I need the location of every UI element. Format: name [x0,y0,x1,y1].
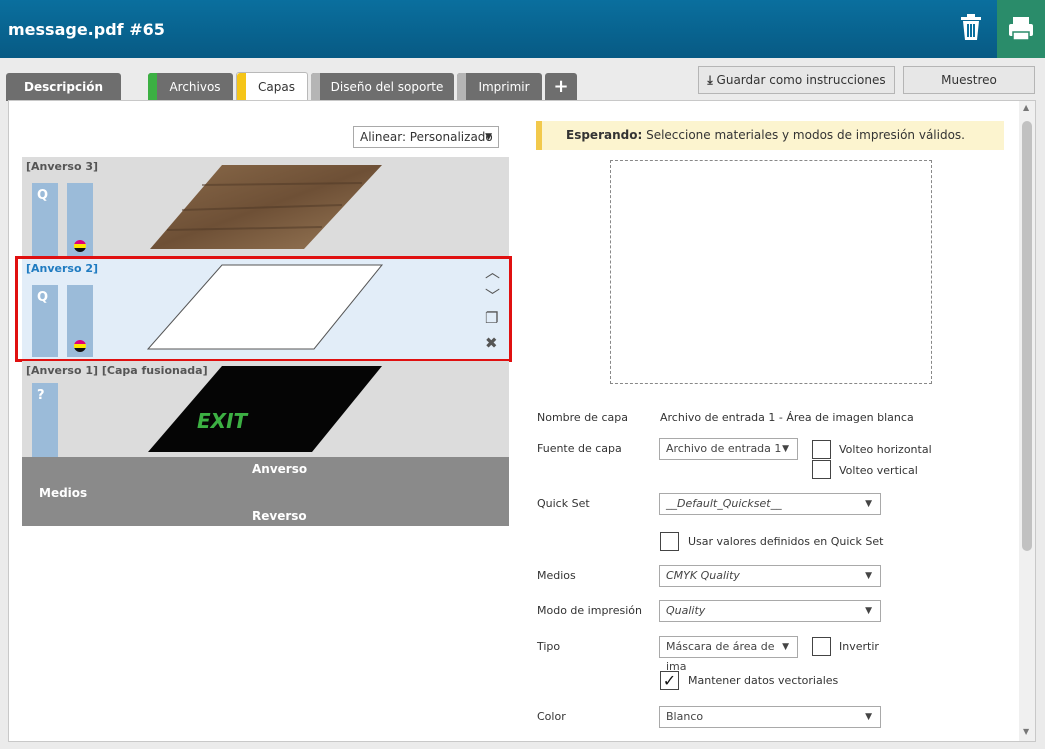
tab-stripe [457,73,466,101]
color-label: Color [537,710,566,723]
tab-archivos[interactable]: Archivos [148,73,233,101]
move-up-icon[interactable]: ︿ [485,261,500,282]
flip-vertical-checkbox[interactable] [812,460,831,479]
type-label: Tipo [537,640,561,653]
trash-icon[interactable] [958,12,984,42]
print-mode-select[interactable]: Quality ▼ [659,600,881,622]
tab-stripe [311,73,320,101]
status-strong: Esperando: [566,128,643,142]
medios-bar: Anverso Medios Reverso [22,457,509,526]
tab-descripcion[interactable]: Descripción [6,73,121,101]
keep-vector-checkbox[interactable]: ✓ [660,671,679,690]
flip-vertical-label: Volteo vertical [839,464,918,477]
quickset-label: Quick Set [537,497,590,510]
use-quickset-label: Usar valores definidos en Quick Set [688,535,884,548]
flip-horizontal-label: Volteo horizontal [839,443,932,456]
sample-button[interactable]: Muestreo [903,66,1035,94]
exit-layer-thumbnail: EXIT [148,366,382,452]
quickset-select[interactable]: __Default_Quickset__ ▼ [659,493,881,515]
layer-source-select[interactable]: Archivo de entrada 1 ▼ [659,438,798,460]
layer-source-label: Fuente de capa [537,442,622,455]
layer-name-label: Nombre de capa [537,411,628,424]
status-message: Seleccione materiales y modos de impresi… [646,128,965,142]
quality-bar[interactable]: ? [32,383,58,457]
media-label: Medios [537,569,576,582]
back-label: Reverso [252,509,307,523]
flip-horizontal-checkbox[interactable] [812,440,831,459]
scroll-up-icon[interactable]: ▲ [1023,103,1029,112]
status-banner: Esperando: Seleccione materiales y modos… [536,121,1004,150]
title-bar: message.pdf #65 [0,0,1045,58]
save-as-instructions-button[interactable]: ⤓ Guardar como instrucciones [698,66,895,94]
color-select[interactable]: Blanco ▼ [659,706,881,728]
window-title: message.pdf #65 [8,20,165,39]
align-select[interactable]: Alinear: Personalizado ▼ [353,126,499,148]
layer-name-value: Archivo de entrada 1 - Área de imagen bl… [660,411,914,424]
layer-preview [610,160,932,384]
scrollbar-thumb[interactable] [1022,121,1032,551]
front-label: Anverso [252,462,308,476]
tab-stripe [237,73,246,102]
plus-icon: + [553,76,569,97]
use-quickset-checkbox[interactable] [660,532,679,551]
tab-diseno-del-soporte[interactable]: Diseño del soporte [311,73,454,101]
wood-layer-thumbnail [150,165,382,249]
media-select[interactable]: CMYK Quality ▼ [659,565,881,587]
scroll-down-icon[interactable]: ▼ [1023,727,1029,736]
quality-bar[interactable]: Q [32,183,58,257]
type-select[interactable]: Máscara de área de ima ▼ [659,636,798,673]
duplicate-icon[interactable]: ❐ [485,309,498,327]
invert-label: Invertir [839,640,879,653]
layer-anverso-1[interactable]: [Anverso 1] [Capa fusionada] ? EXIT [22,361,509,457]
selected-layer-highlight [15,256,512,362]
medios-label: Medios [39,486,88,500]
color-bar[interactable] [67,183,93,257]
keep-vector-label: Mantener datos vectoriales [688,674,839,687]
tab-stripe [148,73,157,101]
print-mode-label: Modo de impresión [537,604,642,617]
print-button[interactable] [997,0,1045,58]
exit-text: EXIT [197,409,249,433]
download-icon: ⤓ [707,73,713,87]
tab-imprimir[interactable]: Imprimir [457,73,542,101]
printer-icon [1009,17,1033,41]
cmyk-icon [74,240,86,252]
layer-anverso-3[interactable]: [Anverso 3] Q [22,157,509,257]
delete-icon[interactable]: ✖ [485,334,498,352]
layer-name: [Anverso 3] [26,160,99,173]
move-down-icon[interactable]: ﹀ [485,285,500,306]
checkmark-icon: ✓ [662,671,677,690]
tab-capas[interactable]: Capas [236,72,308,102]
add-tab-button[interactable]: + [545,73,577,101]
vertical-scrollbar[interactable]: ▲ ▼ [1019,101,1035,741]
invert-checkbox[interactable] [812,637,831,656]
